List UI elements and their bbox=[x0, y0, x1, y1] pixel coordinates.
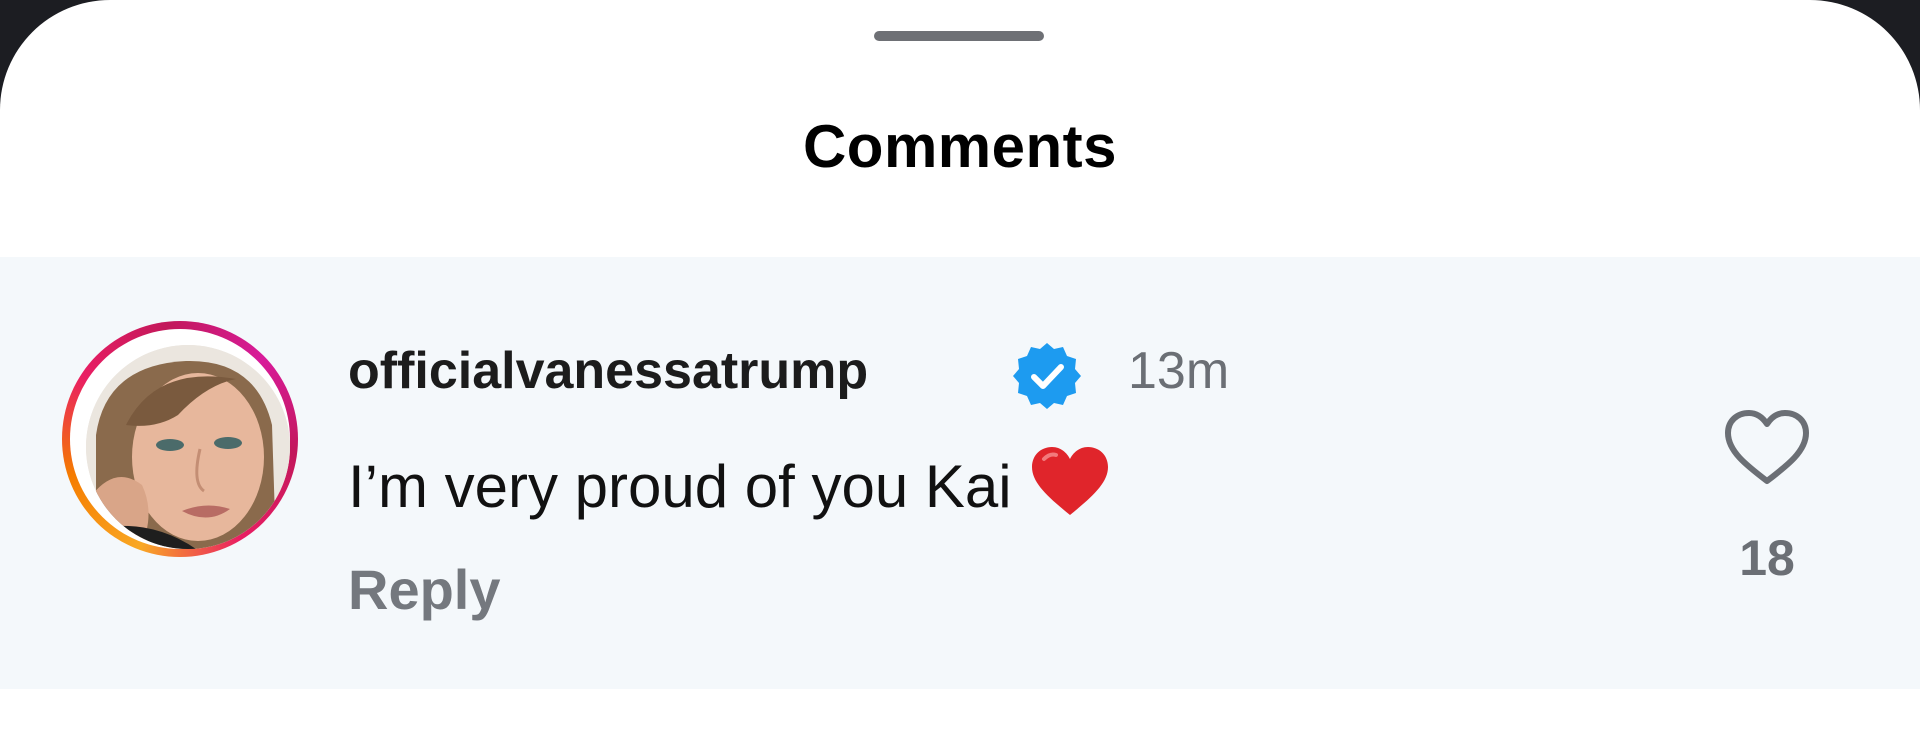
comment-row[interactable]: officialvanessatrump 13m I’m very proud … bbox=[0, 257, 1920, 689]
comments-sheet: Comments officialvanessatrump 13m I’m ve… bbox=[0, 0, 1920, 741]
verified-badge-icon bbox=[1013, 343, 1081, 409]
heart-outline-icon[interactable] bbox=[1722, 407, 1812, 487]
comment-body: I’m very proud of you Kai bbox=[348, 445, 1110, 521]
comment-timestamp: 13m bbox=[1128, 342, 1230, 400]
like-count: 18 bbox=[1739, 530, 1795, 586]
avatar-story-ring[interactable] bbox=[62, 321, 298, 557]
reply-button[interactable]: Reply bbox=[348, 557, 501, 622]
avatar bbox=[86, 345, 290, 549]
comment-text: I’m very proud of you Kai bbox=[348, 453, 1012, 520]
drag-handle[interactable] bbox=[874, 31, 1044, 41]
sheet-title: Comments bbox=[802, 113, 1118, 180]
red-heart-emoji-icon bbox=[1031, 447, 1108, 515]
comment-username[interactable]: officialvanessatrump bbox=[348, 341, 868, 401]
